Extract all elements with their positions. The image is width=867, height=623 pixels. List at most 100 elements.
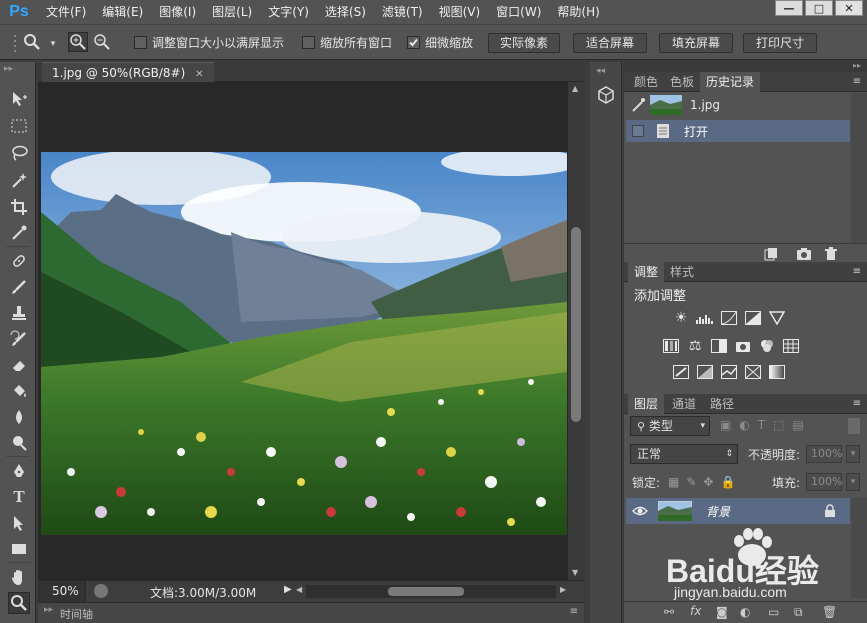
menu-item-1[interactable]: 编辑(E) xyxy=(94,0,151,24)
document-tab[interactable]: 1.jpg @ 50%(RGB/8#) ✕ xyxy=(42,62,214,82)
panel-menu-icon[interactable]: ≡ xyxy=(853,266,861,277)
collapse-arrows-icon[interactable]: ▸▸ xyxy=(4,64,13,74)
horizontal-scrollbar[interactable] xyxy=(306,585,556,598)
vibrance-icon[interactable] xyxy=(768,310,786,326)
posterize-icon[interactable] xyxy=(696,364,714,380)
scroll-right-icon[interactable]: ▶ xyxy=(560,585,566,594)
zoom-all-windows-checkbox[interactable] xyxy=(302,36,315,49)
timeline-panel[interactable]: ▸▸ 时间轴 ≡ xyxy=(38,602,584,623)
vertical-scroll-thumb[interactable] xyxy=(571,227,581,422)
history-scrollbar[interactable] xyxy=(851,93,867,243)
maximize-button[interactable]: □ xyxy=(805,0,833,16)
healing-brush-tool-icon[interactable] xyxy=(8,250,30,272)
color-balance-icon[interactable]: ⚖ xyxy=(686,338,704,354)
minimize-button[interactable]: — xyxy=(775,0,803,16)
fill-dropdown-icon[interactable]: ▾ xyxy=(846,473,860,491)
crop-tool-icon[interactable] xyxy=(8,196,30,218)
close-button[interactable]: ✕ xyxy=(835,0,863,16)
menu-item-2[interactable]: 图像(I) xyxy=(151,0,204,24)
menu-item-5[interactable]: 选择(S) xyxy=(317,0,374,24)
type-tool-icon[interactable]: T xyxy=(8,486,30,508)
history-state-checkbox[interactable] xyxy=(632,125,644,137)
menu-item-3[interactable]: 图层(L) xyxy=(204,0,260,24)
hand-tool-icon[interactable] xyxy=(8,566,30,588)
eye-icon[interactable] xyxy=(632,504,648,518)
photo-filter-icon[interactable] xyxy=(734,338,752,354)
actual-pixels-button[interactable]: 实际像素 xyxy=(488,33,560,53)
fill-input[interactable]: 100% xyxy=(806,473,842,491)
paint-bucket-tool-icon[interactable] xyxy=(8,380,30,402)
scroll-left-icon[interactable]: ◀ xyxy=(296,585,302,594)
tab-styles[interactable]: 样式 xyxy=(664,262,700,282)
lasso-tool-icon[interactable] xyxy=(8,142,30,164)
scrubby-zoom-checkbox[interactable] xyxy=(407,36,420,49)
marquee-tool-icon[interactable] xyxy=(8,115,30,137)
status-menu-arrow-icon[interactable]: ▶ xyxy=(284,584,292,595)
opacity-dropdown-icon[interactable]: ▾ xyxy=(846,445,860,463)
trash-icon[interactable] xyxy=(824,247,838,261)
magic-wand-tool-icon[interactable] xyxy=(8,169,30,191)
levels-icon[interactable] xyxy=(696,310,714,326)
menu-item-6[interactable]: 滤镜(T) xyxy=(374,0,431,24)
history-state-row[interactable]: 打开 xyxy=(626,120,850,142)
zoom-tool-icon[interactable] xyxy=(8,592,30,614)
black-white-icon[interactable] xyxy=(710,338,728,354)
gradient-map-icon[interactable] xyxy=(768,364,786,380)
layer-row[interactable]: 背景 xyxy=(626,498,850,524)
curves-icon[interactable] xyxy=(720,310,738,326)
trash-icon[interactable]: 🗑 xyxy=(822,605,837,619)
exposure-icon[interactable] xyxy=(744,310,762,326)
eyedropper-tool-icon[interactable] xyxy=(8,222,30,244)
eraser-tool-icon[interactable] xyxy=(8,354,30,376)
add-mask-icon[interactable]: ◙ xyxy=(716,605,728,619)
scroll-down-icon[interactable]: ▼ xyxy=(572,568,578,577)
panel-menu-icon[interactable]: ≡ xyxy=(853,398,861,409)
close-tab-icon[interactable]: ✕ xyxy=(195,69,203,80)
chevron-down-icon[interactable]: ▾ xyxy=(43,34,63,54)
dodge-tool-icon[interactable] xyxy=(8,432,30,454)
panel-menu-icon[interactable]: ≡ xyxy=(570,606,578,617)
zoom-level[interactable]: 50% xyxy=(52,584,79,598)
collapse-arrows-icon[interactable]: ▸▸ xyxy=(853,61,861,70)
blend-mode-select[interactable]: 正常 ⇕ xyxy=(630,444,738,464)
tab-color[interactable]: 颜色 xyxy=(628,72,664,92)
new-layer-icon[interactable]: ⧉ xyxy=(794,605,803,620)
layer-name[interactable]: 背景 xyxy=(706,503,730,520)
new-document-from-state-icon[interactable] xyxy=(764,247,778,261)
channel-mixer-icon[interactable] xyxy=(758,338,776,354)
camera-snapshot-icon[interactable] xyxy=(796,247,812,261)
print-size-button[interactable]: 打印尺寸 xyxy=(743,33,817,53)
layer-filter-select[interactable]: ⚲ 类型 ▾ xyxy=(630,416,710,436)
canvas-area[interactable] xyxy=(38,82,568,582)
brush-tool-icon[interactable] xyxy=(8,276,30,298)
pen-tool-icon[interactable] xyxy=(8,460,30,482)
collapse-arrows-icon[interactable]: ▸▸ xyxy=(44,605,53,615)
fit-screen-button[interactable]: 适合屏幕 xyxy=(573,33,647,53)
selective-color-icon[interactable] xyxy=(744,364,762,380)
tab-paths[interactable]: 路径 xyxy=(704,394,740,414)
invert-icon[interactable] xyxy=(672,364,690,380)
fx-icon[interactable]: fx xyxy=(690,604,701,618)
blur-tool-icon[interactable] xyxy=(8,406,30,428)
color-lookup-icon[interactable] xyxy=(782,338,800,354)
brightness-contrast-icon[interactable]: ☀ xyxy=(672,310,690,326)
zoom-tool-preset-icon[interactable] xyxy=(22,32,42,52)
new-adjustment-layer-icon[interactable]: ◐ xyxy=(740,605,750,619)
tab-channels[interactable]: 通道 xyxy=(666,394,702,414)
hue-saturation-icon[interactable] xyxy=(662,338,680,354)
clone-stamp-tool-icon[interactable] xyxy=(8,302,30,324)
panel-menu-icon[interactable]: ≡ xyxy=(853,76,861,87)
expand-arrows-icon[interactable]: ◂◂ xyxy=(596,66,605,76)
menu-item-7[interactable]: 视图(V) xyxy=(431,0,489,24)
zoom-in-icon[interactable] xyxy=(68,32,88,52)
menu-item-4[interactable]: 文字(Y) xyxy=(260,0,317,24)
menu-item-8[interactable]: 窗口(W) xyxy=(488,0,549,24)
move-tool-icon[interactable] xyxy=(8,88,30,110)
history-snapshot[interactable]: 1.jpg xyxy=(626,93,850,119)
history-brush-source-icon[interactable] xyxy=(630,97,646,113)
tab-history[interactable]: 历史记录 xyxy=(700,72,761,92)
tab-adjustments[interactable]: 调整 xyxy=(628,262,665,282)
threshold-icon[interactable] xyxy=(720,364,738,380)
menu-item-0[interactable]: 文件(F) xyxy=(38,0,94,24)
status-info-icon[interactable] xyxy=(94,584,108,598)
